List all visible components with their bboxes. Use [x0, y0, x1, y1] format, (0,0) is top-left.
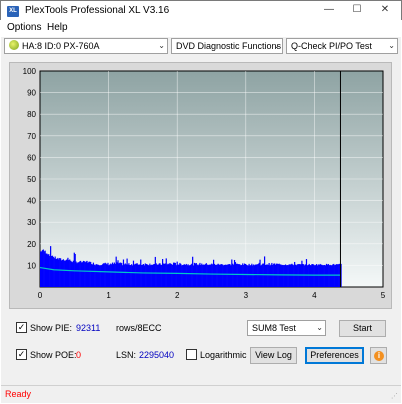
x-tick-label: 1 — [106, 291, 111, 300]
logarithmic-checkbox[interactable] — [186, 349, 197, 360]
y-tick-label: 70 — [27, 132, 36, 141]
drive-select-value: HA:8 ID:0 PX-760A — [22, 41, 100, 51]
show-poe-checkbox[interactable]: ✓ — [16, 349, 27, 360]
sum-test-select-value: SUM8 Test — [252, 323, 296, 333]
minimize-button[interactable]: — — [319, 3, 339, 17]
maximize-button[interactable]: ☐ — [347, 3, 367, 17]
y-tick-label: 50 — [27, 175, 36, 184]
show-poe-label: Show POE: — [30, 350, 77, 360]
main-panel: 10 20 30 40 50 60 70 80 90 100 0 1 2 3 4 5 ✓ Show PIE: … — [1, 55, 401, 385]
x-tick-label: 0 — [38, 291, 43, 300]
toolbar: HA:8 ID:0 PX-760A ⌄ DVD Diagnostic Funct… — [1, 37, 401, 55]
sum-test-select[interactable]: SUM8 Test ⌄ — [247, 320, 326, 336]
chevron-down-icon: ⌄ — [316, 323, 323, 332]
chevron-down-icon: ⌄ — [158, 41, 165, 50]
controls-panel: ✓ Show PIE: 92311 rows/8ECC SUM8 Test ⌄ … — [9, 313, 392, 381]
lsn-value: 2295040 — [139, 350, 175, 360]
logarithmic-label: Logarithmic — [200, 350, 247, 360]
show-pie-checkbox[interactable]: ✓ — [16, 322, 27, 333]
menu-bar: Options Help — [1, 20, 401, 36]
y-tick-label: 30 — [27, 218, 36, 227]
chevron-down-icon: ⌄ — [388, 41, 395, 50]
y-tick-label: 20 — [27, 240, 36, 249]
function-select-value: DVD Diagnostic Functions — [176, 41, 282, 51]
lsn-label: LSN: — [116, 350, 137, 360]
resize-grip-icon[interactable]: ⋰ — [391, 393, 399, 401]
window-title: PlexTools Professional XL V3.16 — [25, 5, 170, 16]
app-icon: XL — [7, 6, 19, 17]
y-tick-label: 90 — [27, 89, 36, 98]
chart-frame: 10 20 30 40 50 60 70 80 90 100 0 1 2 3 4 5 — [9, 62, 392, 309]
poe-total-value: 0 — [76, 350, 82, 360]
menu-help[interactable]: Help — [47, 22, 68, 33]
status-bar: Ready ⋰ — [1, 385, 401, 403]
x-tick-label: 2 — [175, 291, 180, 300]
x-tick-label: 4 — [312, 291, 317, 300]
start-button[interactable]: Start — [339, 320, 386, 337]
menu-options[interactable]: Options — [7, 22, 41, 33]
status-text: Ready — [5, 389, 32, 399]
show-pie-label: Show PIE: — [30, 323, 73, 333]
preferences-button[interactable]: Preferences — [305, 347, 364, 364]
view-log-button[interactable]: View Log — [250, 347, 297, 364]
pi-po-chart: 10 20 30 40 50 60 70 80 90 100 0 1 2 3 4 5 — [23, 67, 386, 300]
info-icon: i — [374, 351, 384, 361]
y-tick-label: 60 — [27, 153, 36, 162]
x-tick-label: 3 — [244, 291, 249, 300]
pie-total-value: 92311 — [76, 323, 101, 333]
info-button[interactable]: i — [370, 347, 387, 364]
x-tick-label: 5 — [381, 291, 386, 300]
y-tick-label: 40 — [27, 197, 36, 206]
test-select-value: Q-Check PI/PO Test — [291, 41, 372, 51]
y-tick-label: 80 — [27, 110, 36, 119]
disc-drive-icon — [9, 40, 19, 50]
y-tick-label: 10 — [27, 261, 36, 270]
chevron-down-icon: ⌄ — [273, 41, 280, 50]
y-tick-label: 100 — [23, 67, 37, 76]
title-bar: XL PlexTools Professional XL V3.16 — ☐ ✕ — [0, 0, 402, 20]
drive-select[interactable]: HA:8 ID:0 PX-760A ⌄ — [4, 38, 168, 54]
test-select[interactable]: Q-Check PI/PO Test ⌄ — [286, 38, 398, 54]
function-select[interactable]: DVD Diagnostic Functions ⌄ — [171, 38, 283, 54]
close-button[interactable]: ✕ — [375, 3, 395, 17]
rows-label: rows/8ECC — [116, 323, 162, 333]
